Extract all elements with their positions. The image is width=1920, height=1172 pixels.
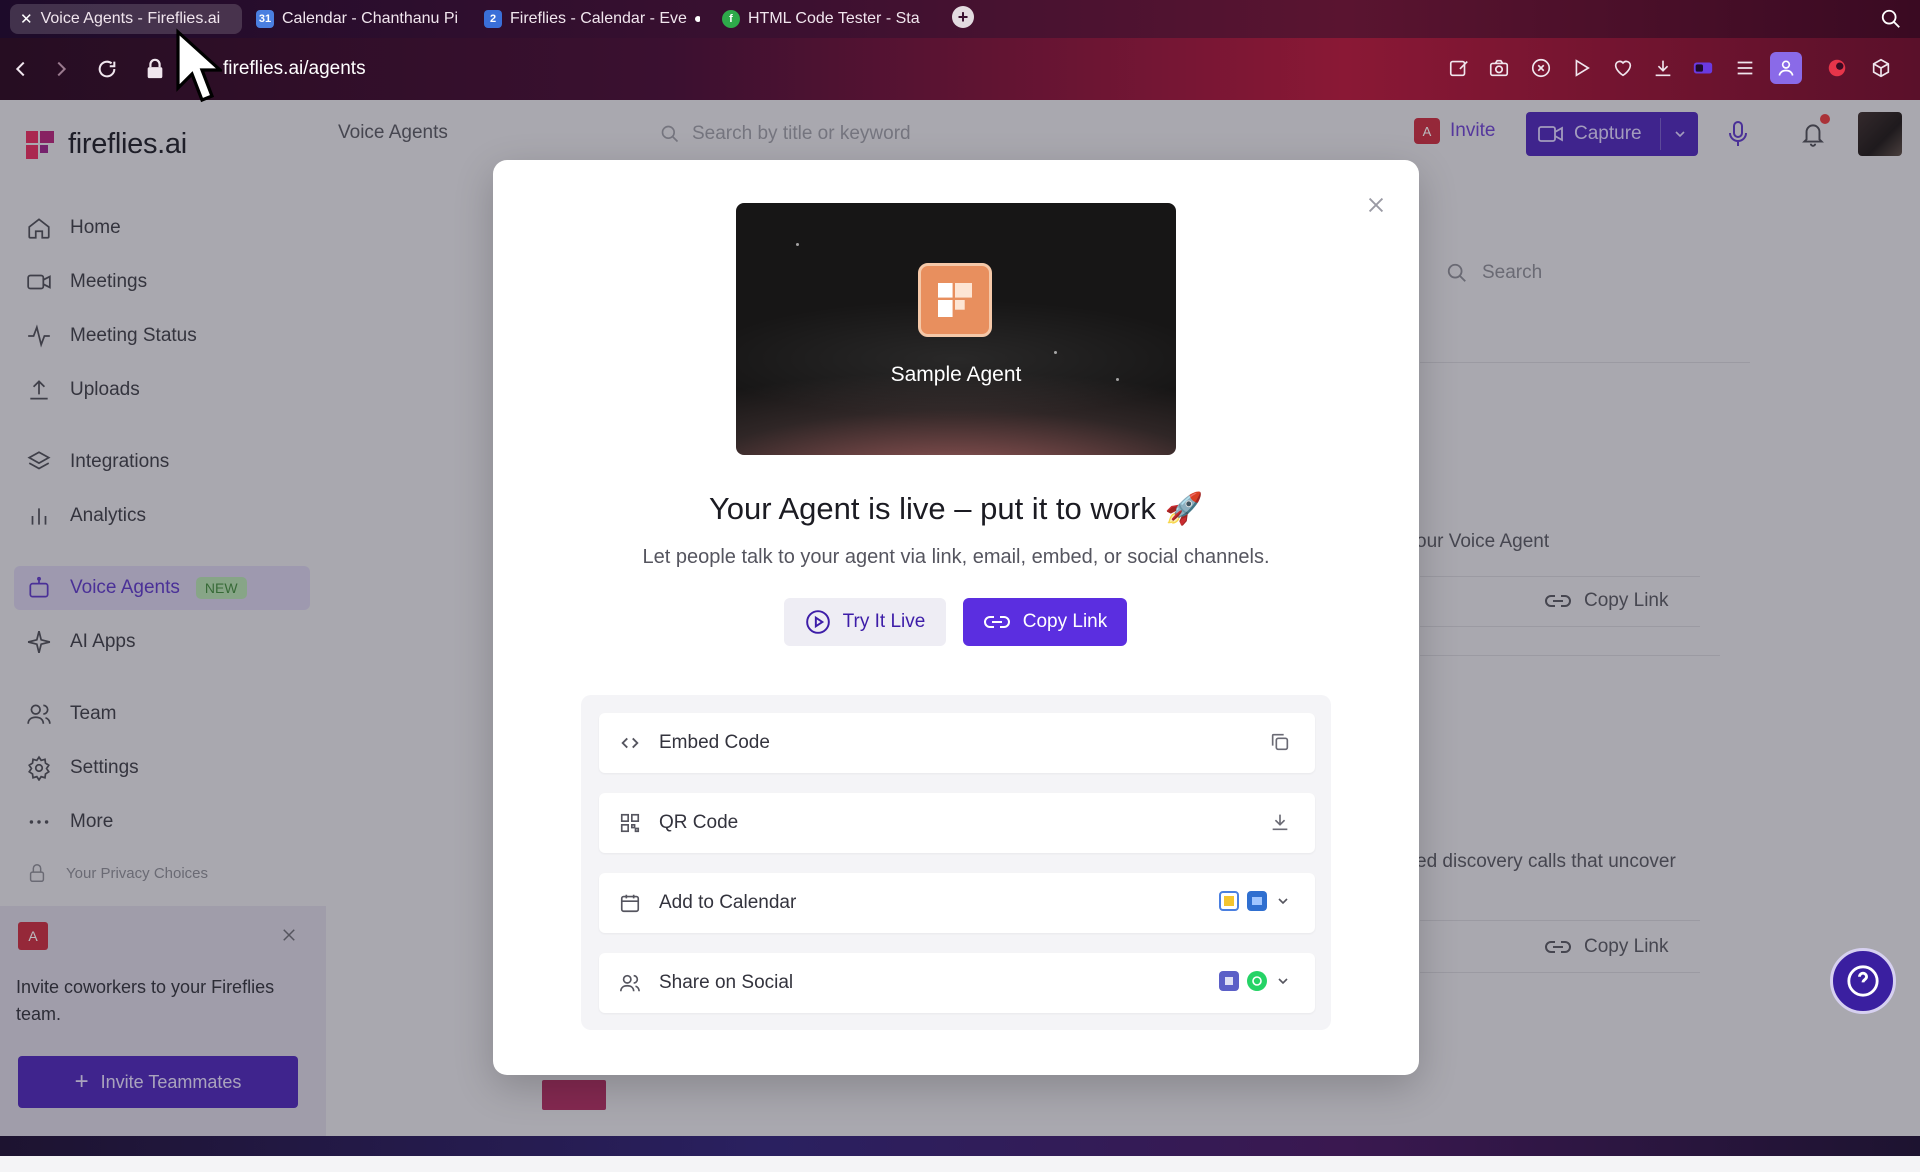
profile-extension-icon[interactable]: [1770, 52, 1802, 84]
browser-tab-fireflies-calendar[interactable]: 2 Fireflies - Calendar - Eve: [474, 4, 700, 34]
star-dot: [796, 243, 799, 246]
embed-code-option[interactable]: Embed Code: [599, 713, 1315, 773]
google-calendar-icon: [1219, 891, 1239, 911]
share-on-social-option[interactable]: Share on Social: [599, 953, 1315, 1013]
tab-title: Fireflies - Calendar - Eve: [510, 10, 687, 27]
try-it-live-button[interactable]: Try It Live: [784, 598, 946, 646]
try-it-live-label: Try It Live: [842, 611, 926, 632]
modal-title: Your Agent is live – put it to work 🚀: [708, 491, 1204, 526]
modal-subtitle: Let people talk to your agent via link, …: [642, 546, 1270, 568]
outlook-calendar-icon: [1247, 891, 1267, 911]
shield-icon[interactable]: [1530, 57, 1552, 79]
extension-toggle-icon[interactable]: [1692, 57, 1714, 79]
modal-close-icon[interactable]: [1365, 194, 1387, 216]
tab-close-icon[interactable]: ✕: [20, 10, 33, 28]
whatsapp-icon: [1247, 971, 1267, 991]
teams-icon: [1219, 971, 1239, 991]
option-label: QR Code: [659, 812, 739, 833]
star-dot: [1054, 351, 1057, 354]
html-tester-favicon-icon: f: [722, 10, 740, 28]
browser-tab-calendar[interactable]: 31 Calendar - Chanthanu Pi: [246, 4, 468, 34]
add-to-calendar-option[interactable]: Add to Calendar: [599, 873, 1315, 933]
mouse-cursor-icon: [176, 28, 222, 103]
chevron-down-icon: [1275, 973, 1291, 989]
copy-icon[interactable]: [1269, 731, 1291, 753]
back-arrow-icon[interactable]: [10, 58, 32, 80]
calendar-providers[interactable]: [1219, 891, 1291, 911]
option-label: Share on Social: [659, 972, 794, 993]
agent-name: Sample Agent: [890, 363, 1022, 386]
option-label: Embed Code: [659, 732, 770, 753]
lock-icon[interactable]: [145, 58, 165, 80]
cube-icon[interactable]: [1870, 57, 1892, 79]
play-circle-icon: [805, 610, 830, 634]
download-icon[interactable]: [1269, 811, 1291, 833]
reload-icon[interactable]: [96, 58, 118, 80]
bottom-strip: [0, 1136, 1920, 1172]
camera-icon[interactable]: [1488, 57, 1510, 79]
agent-preview-card: Sample Agent: [736, 203, 1176, 455]
chevron-down-icon: [1275, 893, 1291, 909]
share-options-panel: Embed Code QR Code Add to Calendar Share…: [581, 695, 1331, 1030]
tab-search-icon[interactable]: [1880, 8, 1902, 30]
edit-icon[interactable]: [1448, 57, 1470, 79]
option-label: Add to Calendar: [659, 892, 797, 913]
copy-link-button[interactable]: Copy Link: [963, 598, 1127, 646]
qr-code-option[interactable]: QR Code: [599, 793, 1315, 853]
code-icon: [621, 737, 639, 749]
calendar-favicon-icon: 2: [484, 10, 502, 28]
question-icon: [1847, 965, 1879, 997]
users-icon: [620, 974, 640, 992]
tab-dot-icon: [694, 16, 700, 22]
google-calendar-favicon-icon: 31: [256, 10, 274, 28]
help-button[interactable]: [1830, 948, 1896, 1014]
tab-title: HTML Code Tester - Sta: [748, 10, 920, 27]
browser-tab-html-tester[interactable]: f HTML Code Tester - Sta: [712, 4, 940, 34]
url-text[interactable]: fireflies.ai/agents: [223, 58, 366, 80]
link-icon: [983, 616, 1010, 628]
tab-title: Voice Agents - Fireflies.ai: [40, 10, 221, 27]
heart-icon[interactable]: [1612, 57, 1634, 79]
menu-lines-icon[interactable]: [1734, 57, 1756, 79]
qr-code-icon: [620, 813, 640, 833]
new-tab-plus-icon[interactable]: +: [952, 6, 974, 28]
social-providers[interactable]: [1219, 971, 1291, 991]
tab-title: Calendar - Chanthanu Pi: [282, 10, 459, 27]
agent-live-modal: Sample Agent Your Agent is live – put it…: [493, 160, 1419, 1075]
red-extension-icon[interactable]: [1826, 57, 1848, 79]
download-icon[interactable]: [1652, 57, 1674, 79]
play-icon[interactable]: [1570, 57, 1592, 79]
browser-address-bar: fireflies.ai/agents: [0, 38, 1920, 100]
browser-tab-bar: ✕ Voice Agents - Fireflies.ai 31 Calenda…: [0, 0, 1920, 38]
forward-arrow-icon[interactable]: [50, 58, 72, 80]
copy-link-label: Copy Link: [1022, 611, 1108, 632]
calendar-icon: [620, 894, 640, 913]
agent-logo-icon: [918, 263, 992, 337]
